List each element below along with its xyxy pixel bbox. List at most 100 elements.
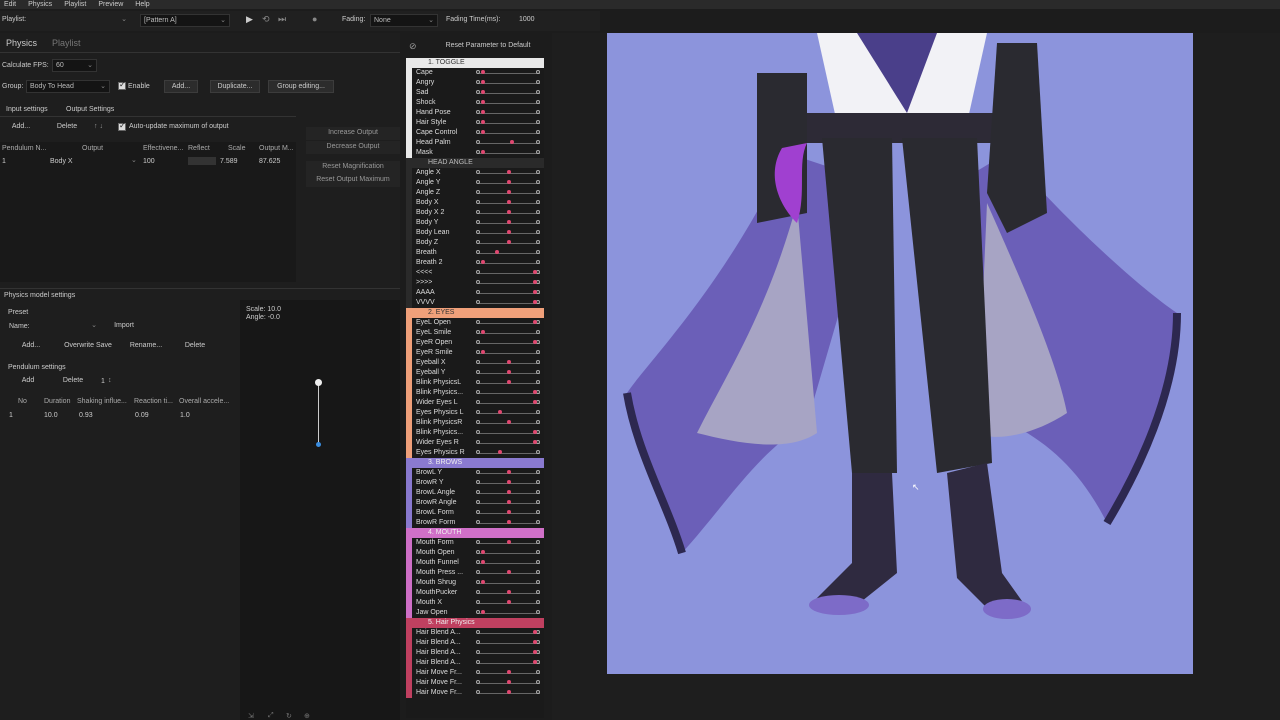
param-slider[interactable] — [478, 253, 540, 254]
slider-knob[interactable] — [507, 670, 511, 674]
slider-knob[interactable] — [507, 370, 511, 374]
fading-select[interactable]: None ⌄ — [370, 14, 438, 27]
menu-edit[interactable]: Edit — [4, 0, 16, 9]
pendulum-shaking[interactable]: 0.93 — [79, 412, 93, 419]
param-slider[interactable] — [478, 653, 540, 654]
param-slider[interactable] — [478, 583, 540, 584]
pendulum-weight[interactable] — [316, 442, 321, 447]
param-slider[interactable] — [478, 263, 540, 264]
param-group-header[interactable]: 5. Hair Physics — [406, 618, 544, 628]
slider-knob[interactable] — [507, 480, 511, 484]
param-slider[interactable] — [478, 443, 540, 444]
slider-knob[interactable] — [507, 380, 511, 384]
play-icon[interactable]: ▶ — [246, 14, 253, 25]
param-slider[interactable] — [478, 553, 540, 554]
decrease-output-button[interactable]: Decrease Output — [306, 141, 400, 154]
slider-knob[interactable] — [507, 510, 511, 514]
import-button[interactable]: Import — [106, 320, 142, 333]
param-slider[interactable] — [478, 273, 540, 274]
tab-playlist[interactable]: Playlist — [52, 38, 81, 48]
param-slider[interactable] — [478, 303, 540, 304]
param-slider[interactable] — [478, 663, 540, 664]
param-group-header[interactable]: HEAD ANGLE — [406, 158, 544, 168]
slider-knob[interactable] — [507, 600, 511, 604]
param-slider[interactable] — [478, 123, 540, 124]
overwrite-save-button[interactable]: Overwrite Save — [60, 340, 116, 353]
slider-knob[interactable] — [507, 690, 511, 694]
param-slider[interactable] — [478, 293, 540, 294]
slider-knob[interactable] — [507, 200, 511, 204]
param-slider[interactable] — [478, 613, 540, 614]
fading-time-input[interactable]: 1000 — [519, 16, 535, 23]
slider-knob[interactable] — [480, 110, 485, 114]
increase-output-button[interactable]: Increase Output — [306, 127, 400, 140]
reflect-toggle[interactable] — [188, 157, 216, 165]
param-group-header[interactable]: 3. BROWS — [406, 458, 544, 468]
slider-knob[interactable] — [507, 470, 511, 474]
param-slider[interactable] — [478, 563, 540, 564]
slider-knob[interactable] — [480, 350, 485, 354]
slider-knob[interactable] — [507, 680, 511, 684]
output-add-button[interactable]: Add... — [4, 121, 38, 134]
fps-select[interactable]: 60 ⌄ — [52, 59, 97, 72]
next-icon[interactable]: ⏭ — [278, 14, 286, 25]
move-tool-icon[interactable]: ⇲ — [248, 712, 254, 720]
param-slider[interactable] — [478, 643, 540, 644]
slider-knob[interactable] — [480, 150, 485, 154]
slider-knob[interactable] — [480, 100, 485, 104]
reset-parameter-button[interactable]: Reset Parameter to Default — [436, 40, 540, 53]
pendulum-add-button[interactable]: Add — [16, 375, 40, 388]
playlist-select[interactable]: ⌄ — [2, 14, 130, 27]
tab-output-settings[interactable]: Output Settings — [66, 106, 114, 113]
slider-knob[interactable] — [507, 210, 511, 214]
slider-knob[interactable] — [507, 420, 511, 424]
slider-knob[interactable] — [480, 120, 485, 124]
param-slider[interactable] — [478, 353, 540, 354]
rename-button[interactable]: Rename... — [126, 340, 166, 353]
param-slider[interactable] — [478, 343, 540, 344]
menu-playlist[interactable]: Playlist — [64, 0, 86, 9]
slider-knob[interactable] — [480, 610, 485, 614]
menu-help[interactable]: Help — [135, 0, 149, 9]
slider-knob[interactable] — [480, 560, 485, 564]
param-slider[interactable] — [478, 93, 540, 94]
menu-physics[interactable]: Physics — [28, 0, 52, 9]
slider-knob[interactable] — [480, 550, 485, 554]
reorder-arrows-icon[interactable]: ↑ ↓ — [94, 123, 103, 130]
slider-knob[interactable] — [507, 500, 511, 504]
param-slider[interactable] — [478, 333, 540, 334]
pattern-select[interactable]: [Pattern A] ⌄ — [140, 14, 230, 27]
param-group-header[interactable]: 2. EYES — [406, 308, 544, 318]
pendulum-reaction[interactable]: 0.09 — [135, 412, 149, 419]
param-slider[interactable] — [478, 323, 540, 324]
param-group-header[interactable]: 4. MOUTH — [406, 528, 544, 538]
slider-knob[interactable] — [507, 220, 511, 224]
param-slider[interactable] — [478, 73, 540, 74]
slider-knob[interactable] — [509, 140, 514, 144]
record-icon[interactable]: ● — [312, 14, 317, 24]
slider-knob[interactable] — [480, 580, 485, 584]
param-slider[interactable] — [478, 283, 540, 284]
rotate-tool-icon[interactable]: ↻ — [286, 712, 292, 720]
chevron-down-icon[interactable]: ⌄ — [131, 156, 137, 164]
slider-knob[interactable] — [480, 90, 485, 94]
slider-knob[interactable] — [507, 570, 511, 574]
param-slider[interactable] — [478, 143, 540, 144]
model-canvas[interactable]: ↖ — [607, 33, 1193, 674]
tab-input-settings[interactable]: Input settings — [6, 106, 48, 113]
slider-knob[interactable] — [507, 590, 511, 594]
param-slider[interactable] — [478, 393, 540, 394]
param-slider[interactable] — [478, 633, 540, 634]
slider-knob[interactable] — [480, 70, 485, 74]
group-duplicate-button[interactable]: Duplicate... — [210, 80, 260, 93]
slider-knob[interactable] — [507, 360, 511, 364]
loop-icon[interactable]: ⟲ — [262, 14, 270, 25]
param-slider[interactable] — [478, 133, 540, 134]
slider-knob[interactable] — [507, 540, 511, 544]
group-editing-button[interactable]: Group editing... — [268, 80, 334, 93]
param-slider[interactable] — [478, 113, 540, 114]
enable-checkbox[interactable] — [118, 80, 126, 90]
menu-preview[interactable]: Preview — [98, 0, 123, 9]
slider-knob[interactable] — [507, 240, 511, 244]
preset-add-button[interactable]: Add... — [16, 340, 46, 353]
